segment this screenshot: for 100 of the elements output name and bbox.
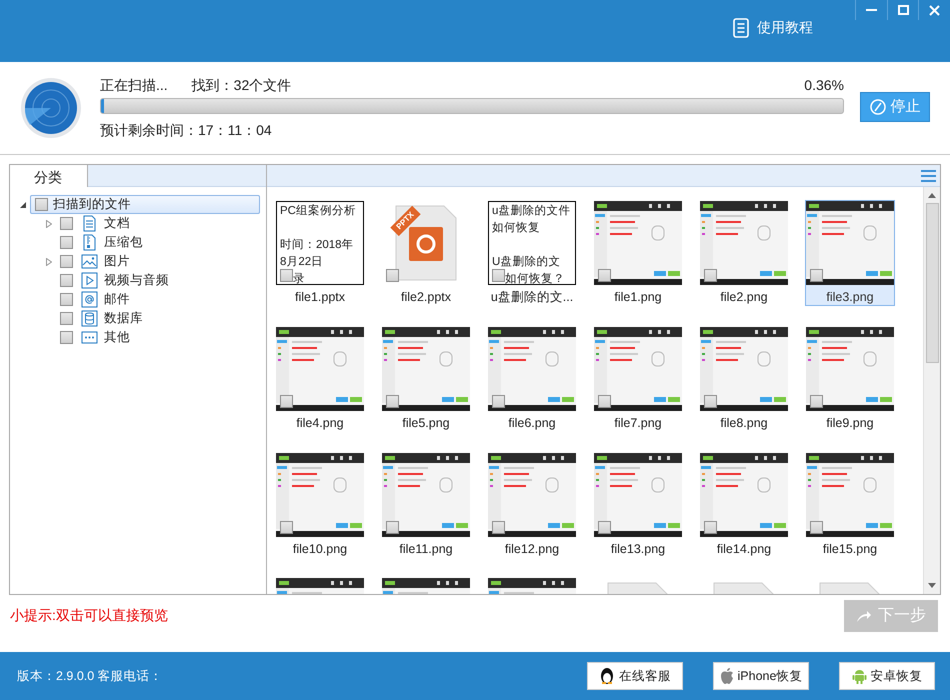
checkbox[interactable] [60, 217, 73, 230]
file-tile[interactable]: file14.png [699, 452, 789, 558]
tree-label[interactable]: 压缩包 [104, 233, 143, 252]
tree-root[interactable]: 扫描到的文件 [30, 195, 260, 214]
preview-text: 如何恢复？ [505, 272, 565, 284]
android-icon [852, 668, 866, 684]
scan-status: 正在扫描... [100, 76, 168, 94]
found-count: 找到：32个文件 [192, 76, 292, 94]
at-sign-icon [81, 291, 98, 308]
stop-icon [870, 99, 886, 115]
arrow-icon [856, 609, 872, 623]
file-tile[interactable]: file11.png [381, 452, 471, 558]
file-name: file14.png [716, 541, 772, 558]
tree-label[interactable]: 视频与音频 [104, 271, 169, 290]
preview-text: 8月22日 [280, 255, 324, 270]
version-info: 版本：2.9.0.0 客服电话： [17, 668, 163, 685]
file-name: file7.png [614, 415, 662, 432]
file-tile[interactable]: file1.png [593, 200, 683, 306]
checkbox[interactable] [386, 269, 399, 282]
checkbox[interactable] [280, 521, 293, 534]
checkbox[interactable] [810, 269, 823, 282]
checkbox[interactable] [60, 274, 73, 287]
preview-text: 时间：2018年 [280, 238, 354, 253]
checkbox[interactable] [386, 521, 399, 534]
remaining-time: 预计剩余时间：17：11：04 [100, 121, 273, 140]
document-icon [81, 215, 98, 232]
footer-button[interactable]: 安卓恢复 [839, 662, 935, 690]
checkbox[interactable] [598, 395, 611, 408]
tree-label: 扫描到的文件 [53, 196, 131, 214]
image-icon [81, 253, 98, 270]
checkbox[interactable] [598, 269, 611, 282]
checkbox[interactable] [280, 395, 293, 408]
file-tile[interactable]: file12.png [487, 452, 577, 558]
file-name: file9.png [826, 415, 874, 432]
expand-arrow-icon[interactable] [46, 258, 52, 266]
radar-icon [20, 77, 82, 139]
checkbox[interactable] [810, 395, 823, 408]
preview-text: 如何恢复 [492, 220, 540, 236]
checkbox[interactable] [492, 395, 505, 408]
file-name: file8.png [720, 415, 768, 432]
checkbox[interactable] [60, 236, 73, 249]
checkbox[interactable] [704, 395, 717, 408]
checkbox[interactable] [810, 521, 823, 534]
tree-label[interactable]: 邮件 [104, 290, 130, 309]
expand-arrow-icon[interactable] [46, 220, 52, 228]
scroll-up-icon[interactable] [928, 193, 936, 198]
file-name: file12.png [504, 541, 560, 558]
file-tile[interactable]: file2.png [699, 200, 789, 306]
checkbox[interactable] [35, 198, 48, 211]
next-button: 下一步 [844, 600, 938, 632]
file-tile[interactable]: file4.png [275, 326, 365, 432]
file-tile[interactable]: file13.png [593, 452, 683, 558]
tree-label[interactable]: 数据库 [104, 309, 143, 328]
file-tile[interactable]: file6.png [487, 326, 577, 432]
checkbox[interactable] [492, 269, 505, 282]
file-tile[interactable]: PC组案例分析 时间：2018年 8月22日 录 file1.pptx [275, 200, 365, 306]
checkbox[interactable] [280, 269, 293, 282]
tutorial-link[interactable]: 使用教程 [733, 17, 813, 38]
archive-icon [81, 234, 98, 251]
scrollbar[interactable] [923, 187, 940, 594]
more-icon [81, 329, 98, 346]
checkbox[interactable] [386, 395, 399, 408]
tree-label[interactable]: 图片 [104, 252, 130, 271]
close-icon [929, 4, 940, 16]
database-icon [81, 310, 98, 327]
checkbox[interactable] [60, 331, 73, 344]
penguin-icon [599, 667, 615, 685]
file-tile[interactable]: file8.png [699, 326, 789, 432]
preview-text: U盘删除的文 [492, 254, 560, 270]
scroll-down-icon[interactable] [928, 583, 936, 588]
menu-icon[interactable] [921, 170, 936, 182]
file-tile[interactable]: file15.png [805, 452, 895, 558]
file-tile[interactable]: file3.png [805, 200, 895, 306]
file-name: file1.pptx [294, 289, 346, 306]
file-tile[interactable]: file5.png [381, 326, 471, 432]
collapse-arrow-icon[interactable] [18, 202, 28, 208]
checkbox[interactable] [492, 521, 505, 534]
footer-button[interactable]: iPhone恢复 [713, 662, 809, 690]
file-name: file13.png [610, 541, 666, 558]
file-name: file1.png [614, 289, 662, 306]
file-name: u盘删除的文... [490, 289, 574, 306]
checkbox[interactable] [704, 521, 717, 534]
file-tile[interactable]: file10.png [275, 452, 365, 558]
file-tile[interactable]: file9.png [805, 326, 895, 432]
tree-label[interactable]: 其他 [104, 328, 130, 347]
file-tile[interactable]: file7.png [593, 326, 683, 432]
file-name: file5.png [402, 415, 450, 432]
tree-label[interactable]: 文档 [104, 214, 130, 233]
checkbox[interactable] [60, 312, 73, 325]
checkbox[interactable] [598, 521, 611, 534]
file-name: file10.png [292, 541, 348, 558]
file-name: file11.png [399, 541, 453, 558]
file-tile[interactable]: u盘删除的文件 如何恢复 U盘删除的文 如何恢复？ u盘删除的文... [487, 200, 577, 306]
preview-text: 录 [293, 272, 305, 284]
file-name: file2.png [720, 289, 768, 306]
checkbox[interactable] [704, 269, 717, 282]
checkbox[interactable] [60, 255, 73, 268]
footer-button[interactable]: 在线客服 [587, 662, 683, 690]
preview-text: u盘删除的文件 [492, 204, 570, 219]
checkbox[interactable] [60, 293, 73, 306]
